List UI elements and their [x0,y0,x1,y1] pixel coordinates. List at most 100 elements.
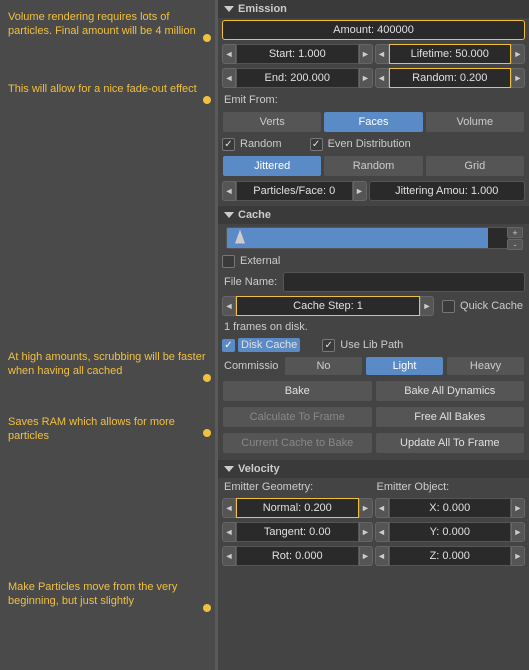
y-inc-btn[interactable]: ► [511,522,525,542]
start-dec-btn[interactable]: ◄ [222,44,236,64]
particles-face-inc[interactable]: ► [353,181,367,201]
end-field[interactable]: End: 200.000 [236,68,359,88]
random-field[interactable]: Random: 0.200 [389,68,512,88]
start-field[interactable]: Start: 1.000 [236,44,359,64]
calculate-row: Calculate To Frame Free All Bakes [218,404,529,430]
calculate-btn[interactable]: Calculate To Frame [222,406,373,428]
y-dec-btn[interactable]: ◄ [375,522,389,542]
tab-faces[interactable]: Faces [323,111,423,133]
normal-dec-btn[interactable]: ◄ [222,498,236,518]
tab-random[interactable]: Random [323,155,423,177]
rot-field-group: ◄ Rot: 0.000 ► [222,546,373,566]
y-field[interactable]: Y: 0.000 [389,522,512,542]
end-random-row: ◄ End: 200.000 ► ◄ Random: 0.200 ► [218,66,529,90]
velocity-collapse-icon[interactable] [224,466,234,472]
end-inc-btn[interactable]: ► [359,68,373,88]
end-field-group: ◄ End: 200.000 ► [222,68,373,88]
cache-minus-btn[interactable]: - [507,239,523,250]
current-cache-row: Current Cache to Bake Update All To Fram… [218,430,529,456]
emitter-labels-row: Emitter Geometry: Emitter Object: [218,478,529,496]
cache-bar[interactable] [226,227,509,249]
disk-cache-checkbox[interactable] [222,339,235,352]
rot-dec-btn[interactable]: ◄ [222,546,236,566]
random-dec-btn[interactable]: ◄ [375,68,389,88]
free-all-btn[interactable]: Free All Bakes [375,406,526,428]
cache-side-btns: + - [507,227,523,250]
normal-x-row: ◄ Normal: 0.200 ► ◄ X: 0.000 ► [218,496,529,520]
x-dec-btn[interactable]: ◄ [375,498,389,518]
file-name-input[interactable] [283,272,525,292]
lifetime-field[interactable]: Lifetime: 50.000 [389,44,512,64]
disk-cache-item: Disk Cache [222,338,300,352]
cache-collapse-icon[interactable] [224,212,234,218]
cache-step-group: ◄ Cache Step: 1 ► [222,296,434,316]
random-checkbox[interactable] [222,138,235,151]
dist-tab-group: Jittered Random Grid [222,155,525,177]
external-checkbox[interactable] [222,255,235,268]
normal-field-group: ◄ Normal: 0.200 ► [222,498,373,518]
bake-all-dynamics-btn[interactable]: Bake All Dynamics [375,380,526,402]
tangent-field[interactable]: Tangent: 0.00 [236,522,359,542]
quick-cache-checkbox[interactable] [442,300,455,313]
y-field-group: ◄ Y: 0.000 ► [375,522,526,542]
tab-volume[interactable]: Volume [425,111,525,133]
tangent-dec-btn[interactable]: ◄ [222,522,236,542]
rot-inc-btn[interactable]: ► [359,546,373,566]
normal-inc-btn[interactable]: ► [359,498,373,518]
cache-header: Cache [218,206,529,224]
cache-step-dec[interactable]: ◄ [222,296,236,316]
random-inc-btn[interactable]: ► [511,68,525,88]
emission-header: Emission [218,0,529,18]
tab-verts[interactable]: Verts [222,111,322,133]
tab-jittered[interactable]: Jittered [222,155,322,177]
z-inc-btn[interactable]: ► [511,546,525,566]
even-dist-checkbox[interactable] [310,138,323,151]
amount-field[interactable]: Amount: 400000 [222,20,525,40]
tangent-inc-btn[interactable]: ► [359,522,373,542]
cache-step-inc[interactable]: ► [420,296,434,316]
random-checkbox-item: Random [222,137,284,151]
z-dec-btn[interactable]: ◄ [375,546,389,566]
tab-grid[interactable]: Grid [425,155,525,177]
jittering-field[interactable]: Jittering Amou: 1.000 [369,181,526,201]
lifetime-inc-btn[interactable]: ► [511,44,525,64]
x-field[interactable]: X: 0.000 [389,498,512,518]
emit-from-row: Emit From: [218,90,529,109]
bake-btn[interactable]: Bake [222,380,373,402]
disk-cache-row: Disk Cache Use Lib Path [218,336,529,354]
update-all-btn[interactable]: Update All To Frame [375,432,526,454]
comp-no-btn[interactable]: No [284,356,363,376]
cache-plus-btn[interactable]: + [507,227,523,238]
x-inc-btn[interactable]: ► [511,498,525,518]
z-field[interactable]: Z: 0.000 [389,546,512,566]
lifetime-field-group: ◄ Lifetime: 50.000 ► [375,44,526,64]
particles-face-dec[interactable]: ◄ [222,181,236,201]
annotation-1: Volume rendering requires lots of partic… [8,10,207,39]
lifetime-dec-btn[interactable]: ◄ [375,44,389,64]
cache-bar-fill [227,228,488,248]
start-inc-btn[interactable]: ► [359,44,373,64]
annotations-panel: Volume rendering requires lots of partic… [0,0,215,670]
normal-field[interactable]: Normal: 0.200 [236,498,359,518]
cache-bar-wrapper: + - [222,227,525,249]
tangent-field-group: ◄ Tangent: 0.00 ► [222,522,373,542]
end-dec-btn[interactable]: ◄ [222,68,236,88]
rot-field[interactable]: Rot: 0.000 [236,546,359,566]
cache-step-field[interactable]: Cache Step: 1 [236,296,420,316]
annotation-2: This will allow for a nice fade-out effe… [8,82,207,96]
particles-jitter-row: ◄ Particles/Face: 0 ► Jittering Amou: 1.… [218,179,529,203]
emit-tab-group: Verts Faces Volume [222,111,525,133]
bake-row: Bake Bake All Dynamics [218,378,529,404]
particles-face-field[interactable]: Particles/Face: 0 [236,181,353,201]
cache-step-row: ◄ Cache Step: 1 ► Quick Cache [218,294,529,318]
file-name-row: File Name: [218,270,529,294]
use-lib-path-checkbox[interactable] [322,339,335,352]
dist-tabs-row: Jittered Random Grid [218,153,529,179]
comp-light-btn[interactable]: Light [365,356,444,376]
comp-heavy-btn[interactable]: Heavy [446,356,525,376]
current-cache-btn[interactable]: Current Cache to Bake [222,432,373,454]
annotation-dot-4 [203,429,211,437]
main-panel: Emission Amount: 400000 ◄ Start: 1.000 ►… [218,0,529,670]
emission-collapse-icon[interactable] [224,6,234,12]
annotation-5: Make Particles move from the very beginn… [8,580,207,609]
